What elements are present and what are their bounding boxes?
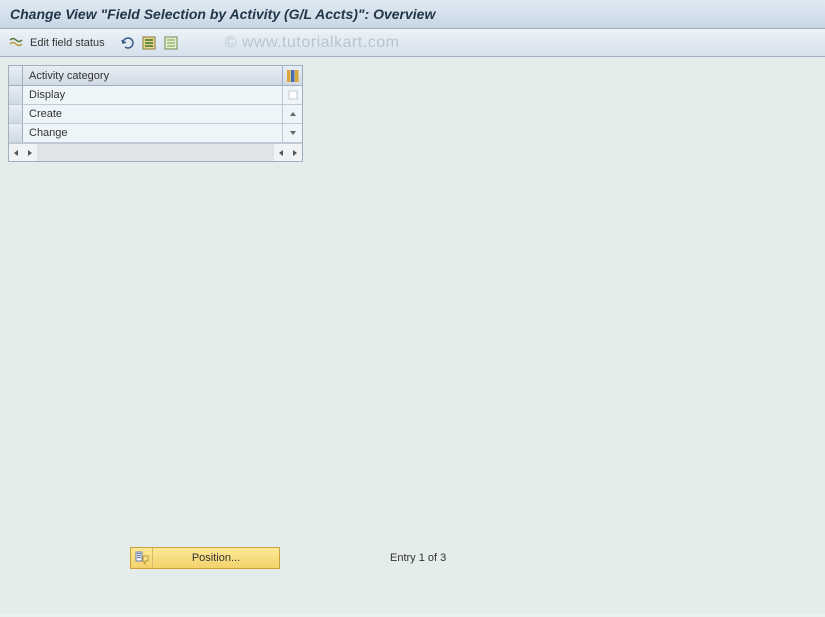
- edit-field-status-link[interactable]: Edit field status: [30, 37, 105, 49]
- content-area: Activity category Display Create: [0, 57, 825, 614]
- horizontal-scrollbar: [9, 143, 302, 161]
- table-row[interactable]: Change: [9, 124, 302, 143]
- row-marker[interactable]: [9, 105, 23, 123]
- scroll-right-end-button[interactable]: [288, 144, 302, 161]
- position-label: Position...: [153, 552, 279, 564]
- undo-icon[interactable]: [119, 35, 135, 51]
- table-row[interactable]: Create: [9, 105, 302, 124]
- table-config-button[interactable]: [282, 66, 302, 85]
- header-select-all[interactable]: [9, 66, 23, 85]
- watermark: © www.tutorialkart.com: [225, 34, 400, 52]
- table-row[interactable]: Display: [9, 86, 302, 105]
- scroll-left-end-button[interactable]: [274, 144, 288, 161]
- title-text: Change View "Field Selection by Activity…: [10, 6, 435, 22]
- row-end-blank: [282, 86, 302, 104]
- row-marker[interactable]: [9, 86, 23, 104]
- row-cell[interactable]: Display: [23, 86, 282, 104]
- table-header: Activity category: [9, 66, 302, 86]
- select-all-icon[interactable]: [141, 35, 157, 51]
- scroll-right-button[interactable]: [23, 144, 37, 161]
- entry-counter: Entry 1 of 3: [390, 552, 446, 564]
- toggle-icon[interactable]: [8, 35, 24, 51]
- position-icon: [131, 548, 153, 568]
- scroll-up-button[interactable]: [282, 105, 302, 123]
- row-cell[interactable]: Create: [23, 105, 282, 123]
- toolbar: Edit field status © www.tutorialkart.com: [0, 29, 825, 57]
- column-header[interactable]: Activity category: [23, 70, 282, 82]
- deselect-all-icon[interactable]: [163, 35, 179, 51]
- scroll-left-button[interactable]: [9, 144, 23, 161]
- position-button[interactable]: Position...: [130, 547, 280, 569]
- page-title: Change View "Field Selection by Activity…: [0, 0, 825, 29]
- scroll-track[interactable]: [37, 144, 274, 161]
- footer: Position... Entry 1 of 3: [130, 547, 446, 569]
- row-marker[interactable]: [9, 124, 23, 142]
- scroll-down-button[interactable]: [282, 124, 302, 142]
- row-cell[interactable]: Change: [23, 124, 282, 142]
- activity-table: Activity category Display Create: [8, 65, 303, 162]
